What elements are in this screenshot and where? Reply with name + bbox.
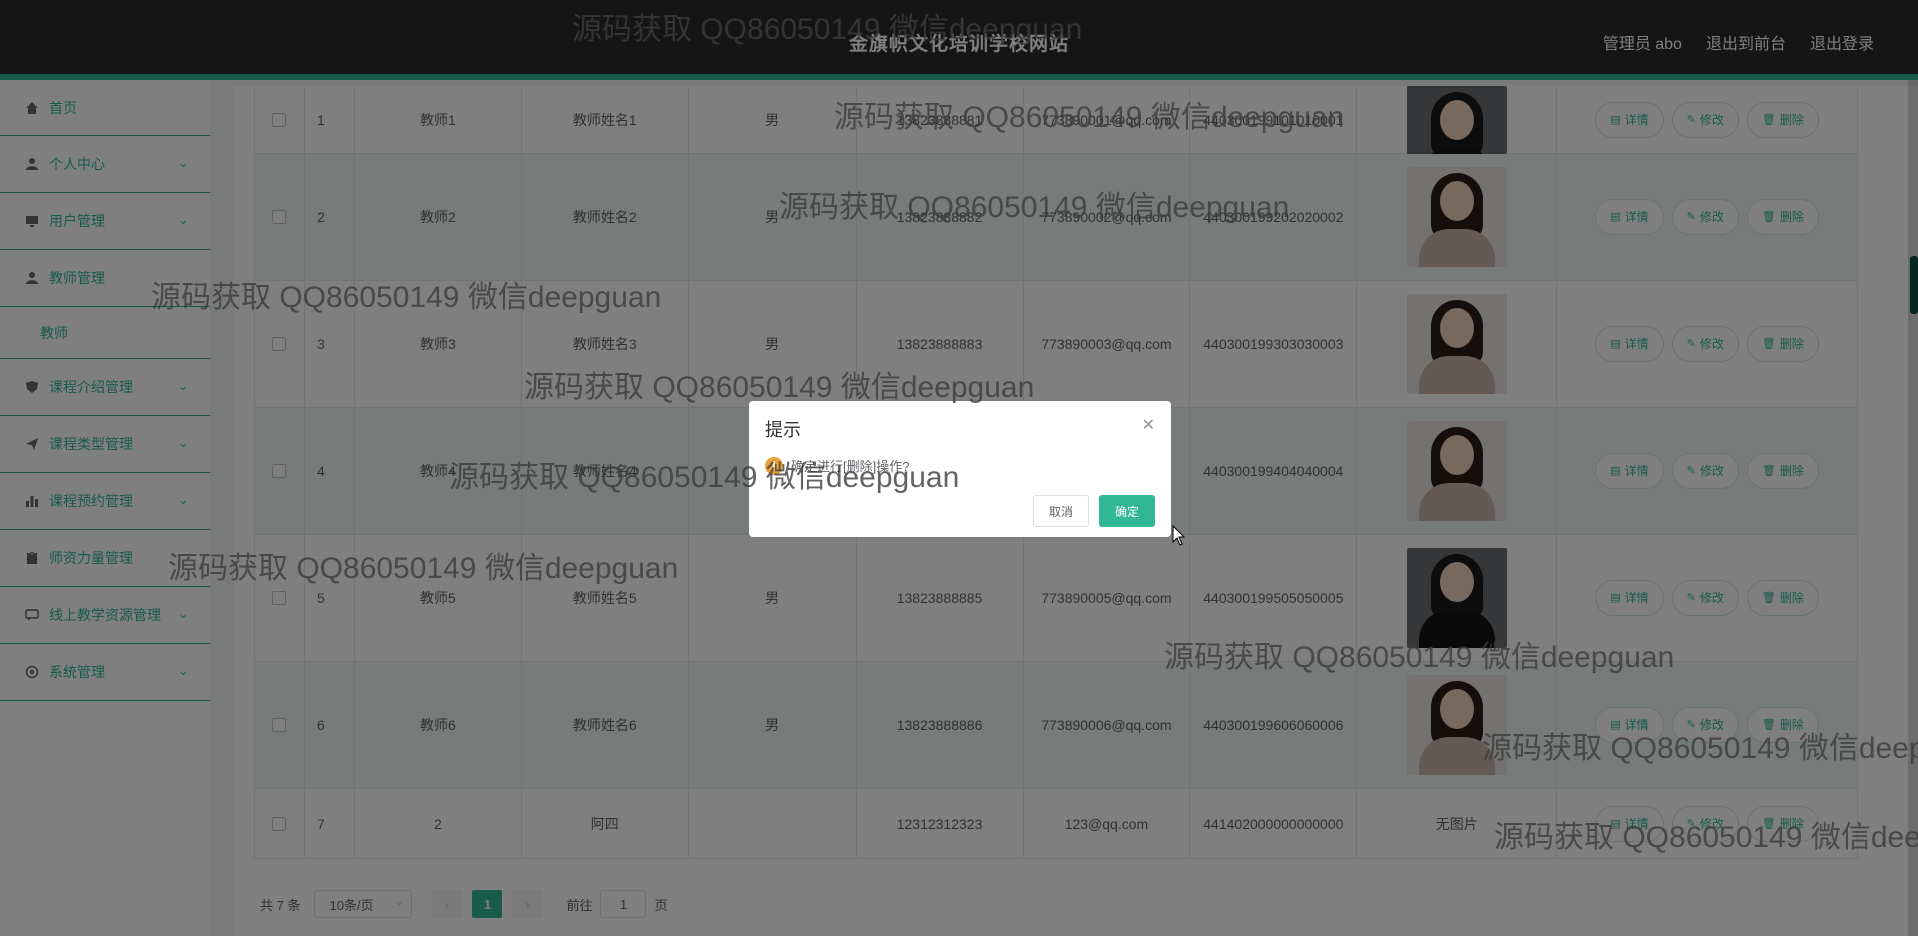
close-icon[interactable]: ✕: [1142, 415, 1155, 435]
confirm-button[interactable]: 确定: [1099, 495, 1155, 527]
dialog-message: 确定进行[删除]操作?: [791, 459, 910, 474]
confirm-dialog: 提示 ✕ ! 确定进行[删除]操作? 取消 确定: [749, 401, 1171, 537]
dialog-title: 提示: [765, 420, 801, 440]
mouse-cursor-icon: [1172, 524, 1186, 552]
dialog-message-row: ! 确定进行[删除]操作?: [765, 456, 909, 475]
cancel-button[interactable]: 取消: [1033, 495, 1089, 527]
warning-icon: !: [765, 456, 783, 475]
